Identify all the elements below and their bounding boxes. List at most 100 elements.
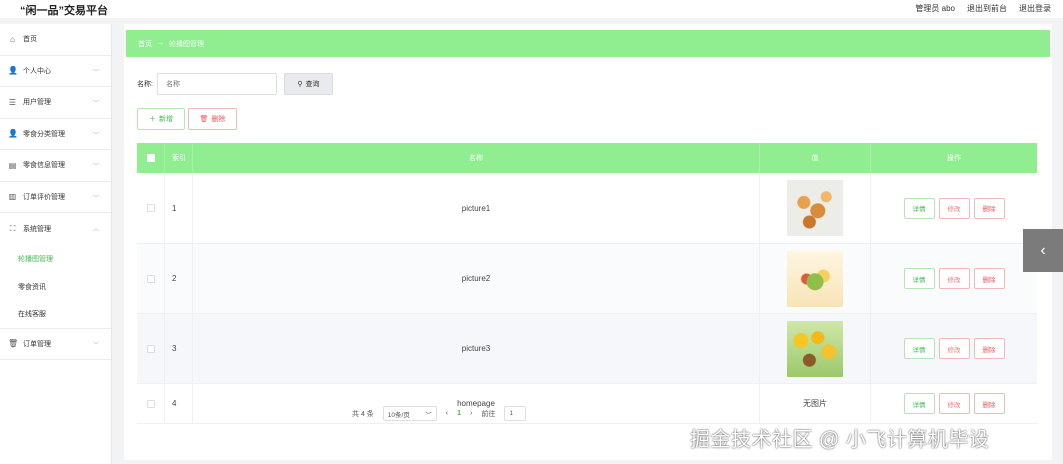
search-button[interactable]: ⚲ 查询 xyxy=(283,73,333,95)
col-operation: 操作 xyxy=(947,155,961,162)
sidebar-item-system[interactable]: ⛶ 系统管理 ︿ xyxy=(0,213,111,245)
row-no-image: 无图片 xyxy=(760,384,871,423)
detail-button[interactable]: 详情 xyxy=(903,268,935,289)
sidebar-item-label: 系统管理 xyxy=(23,225,51,233)
row-image xyxy=(787,180,843,236)
total-count: 共 4 条 xyxy=(352,410,374,418)
sidebar: ⌂ 首页 👤 个人中心 ﹀ ☰ 用户管理 ﹀ 👤 零食分类管理 ﹀ ▤ 零食信息… xyxy=(0,24,112,464)
row-name: picture2 xyxy=(193,244,760,313)
trash-icon: 🗑 xyxy=(8,339,19,349)
row-checkbox[interactable] xyxy=(146,399,155,408)
carousel-table: 索引 名称 值 操作 1 picture1 详情 修改 删除 2 picture… xyxy=(137,143,1037,424)
trash-icon: 🗑 xyxy=(199,116,209,123)
page-number[interactable]: 1 xyxy=(457,410,461,417)
table-row: 2 picture2 详情 修改 删除 xyxy=(137,244,1037,314)
folder-icon: ▤ xyxy=(8,160,17,170)
row-name: picture3 xyxy=(193,314,760,383)
sidebar-item-home[interactable]: ⌂ 首页 xyxy=(0,24,111,56)
sidebar-item-label: 订单评价管理 xyxy=(23,193,65,201)
row-checkbox[interactable] xyxy=(146,204,155,212)
edit-button[interactable]: 修改 xyxy=(938,393,970,414)
detail-button[interactable]: 详情 xyxy=(903,393,935,414)
plus-icon: ＋ xyxy=(149,116,156,123)
sidebar-item-label: 个人中心 xyxy=(23,67,51,75)
col-index: 索引 xyxy=(165,143,193,173)
sidebar-subitem-snack-news[interactable]: 零食资讯 xyxy=(0,273,111,301)
detail-button[interactable]: 详情 xyxy=(903,197,935,219)
table-header: 索引 名称 值 操作 xyxy=(137,143,1037,173)
row-name: picture1 xyxy=(193,173,760,243)
sidebar-item-label: 零食信息管理 xyxy=(23,162,65,170)
page-size-select[interactable]: 10条/页 ﹀ xyxy=(382,406,437,421)
search-input[interactable] xyxy=(156,73,277,95)
add-button[interactable]: ＋ 新增 xyxy=(137,108,185,130)
to-front-link[interactable]: 退出到前台 xyxy=(967,3,1007,14)
edit-button[interactable]: 修改 xyxy=(938,268,970,289)
chevron-down-icon: ﹀ xyxy=(92,132,99,139)
edit-button[interactable]: 修改 xyxy=(938,197,970,219)
goto-page-input[interactable]: 1 xyxy=(504,406,527,421)
delete-button[interactable]: 删除 xyxy=(973,393,1005,414)
row-checkbox[interactable] xyxy=(146,344,155,353)
delete-button[interactable]: 删除 xyxy=(973,197,1005,219)
prev-page-icon[interactable]: ‹ xyxy=(446,410,448,417)
chevron-left-icon: ‹ xyxy=(1040,241,1046,259)
action-row: ＋ 新增 🗑 删除 xyxy=(137,108,237,130)
sidebar-item-profile[interactable]: 👤 个人中心 ﹀ xyxy=(0,56,111,87)
row-index: 3 xyxy=(165,314,193,383)
chevron-up-icon: ︿ xyxy=(92,227,99,233)
breadcrumb-current: 轮播图管理 xyxy=(169,40,204,48)
detail-button[interactable]: 详情 xyxy=(903,338,935,359)
chevron-down-icon: ﹀ xyxy=(425,411,432,419)
table-row: 4 homepage 无图片 详情 修改 删除 xyxy=(137,384,1037,424)
row-index: 2 xyxy=(165,244,193,313)
chevron-down-icon: ﹀ xyxy=(92,342,99,349)
arrow-right-icon: → xyxy=(157,40,164,47)
expand-icon: ⛶ xyxy=(9,223,16,233)
col-name: 名称 xyxy=(193,143,760,173)
table-row: 3 picture3 详情 修改 删除 xyxy=(137,314,1037,384)
logout-link[interactable]: 退出登录 xyxy=(1019,3,1051,14)
sidebar-item-orders[interactable]: 🗑 订单管理 ﹀ xyxy=(0,329,111,360)
sidebar-item-users[interactable]: ☰ 用户管理 ﹀ xyxy=(0,87,111,119)
batch-delete-button[interactable]: 🗑 删除 xyxy=(188,108,237,130)
row-image xyxy=(787,320,843,377)
row-index: 1 xyxy=(165,173,193,243)
sidebar-item-snack-info[interactable]: ▤ 零食信息管理 ﹀ xyxy=(0,150,111,182)
select-all-checkbox[interactable] xyxy=(146,154,155,162)
person-icon: 👤 xyxy=(8,129,18,139)
search-icon: ⚲ xyxy=(297,81,303,88)
delete-button[interactable]: 删除 xyxy=(973,268,1005,289)
row-checkbox[interactable] xyxy=(146,274,155,283)
user-icon: 👤 xyxy=(8,66,18,76)
search-label: 名称: xyxy=(137,81,153,88)
chevron-down-icon: ﹀ xyxy=(92,195,99,202)
goto-label: 前往 xyxy=(481,410,496,418)
chevron-down-icon: ﹀ xyxy=(92,69,99,76)
chart-icon: ▥ xyxy=(8,192,17,202)
admin-label: 管理员 abo xyxy=(915,4,955,13)
watermark: 掘金技术社区 @ 小飞计算机毕设 xyxy=(690,429,990,451)
edit-button[interactable]: 修改 xyxy=(938,338,970,359)
pagination: 共 4 条 10条/页 ﹀ ‹ 1 › 前往 1 xyxy=(352,406,527,421)
breadcrumb: 首页 → 轮播图管理 xyxy=(126,30,1050,57)
row-image xyxy=(787,250,843,307)
sidebar-subitem-carousel[interactable]: 轮播图管理 xyxy=(0,245,111,273)
top-right-links: 管理员 abo 退出到前台 退出登录 xyxy=(915,3,1051,14)
chevron-down-icon: ﹀ xyxy=(92,101,99,107)
chevron-down-icon: ﹀ xyxy=(92,164,99,170)
brand-title: “闲一品”交易平台 xyxy=(20,5,108,17)
side-panel-toggle[interactable]: ‹ xyxy=(1023,229,1063,272)
search-row: 名称: ⚲ 查询 xyxy=(137,73,333,95)
breadcrumb-home[interactable]: 首页 xyxy=(138,39,152,49)
sidebar-item-order-review[interactable]: ▥ 订单评价管理 ﹀ xyxy=(0,182,111,213)
sidebar-item-snack-category[interactable]: 👤 零食分类管理 ﹀ xyxy=(0,119,111,150)
next-page-icon[interactable]: › xyxy=(470,410,472,417)
list-icon: ☰ xyxy=(8,97,17,107)
sidebar-item-label: 首页 xyxy=(23,36,37,44)
sidebar-subitem-online-service[interactable]: 在线客服 xyxy=(0,301,111,329)
col-value: 值 xyxy=(760,143,871,173)
sidebar-item-label: 订单管理 xyxy=(23,340,51,348)
delete-button[interactable]: 删除 xyxy=(973,338,1005,359)
row-index: 4 xyxy=(165,384,193,423)
